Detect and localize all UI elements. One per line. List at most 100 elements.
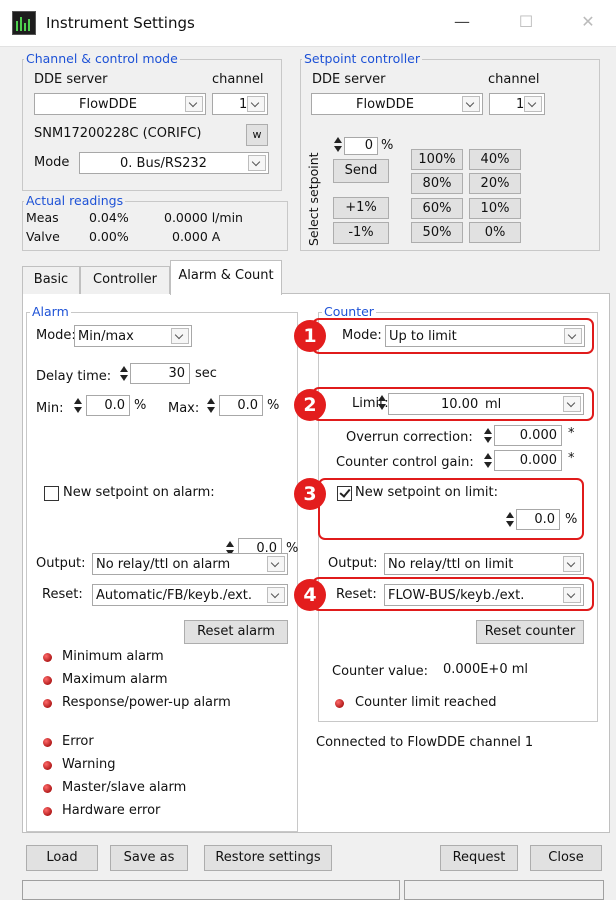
chevron-down-icon[interactable] [524,96,542,112]
alarm-output-select[interactable]: No relay/ttl on alarm [92,553,288,575]
dde-server-select[interactable]: FlowDDE [34,93,206,115]
chevron-down-icon[interactable] [185,96,203,112]
callout-badge-1: 1 [294,320,326,352]
alarm-output-value: No relay/ttl on alarm [96,557,231,572]
delay-unit: sec [195,366,217,381]
preset-50-button[interactable]: 50% [411,222,463,243]
overrun-label: Overrun correction: [346,430,473,445]
window-title: Instrument Settings [46,14,195,32]
highlight-box-4 [312,577,594,611]
meas-value: 0.0000 l/min [164,210,243,225]
chevron-down-icon[interactable] [563,556,581,572]
minimum-alarm-label: Minimum alarm [62,649,164,664]
plus-one-button[interactable]: +1% [333,197,389,219]
chevron-down-icon[interactable] [462,96,480,112]
status-panel-left [22,880,400,900]
app-icon [12,11,36,35]
chevron-down-icon[interactable] [267,556,285,572]
alarm-reset-value: Automatic/FB/keyb./ext. [96,588,253,603]
w-button[interactable]: w [246,124,268,146]
hardware-error-led-icon [43,807,52,816]
alarm-mode-select[interactable]: Min/max [74,325,192,347]
preset-40-button[interactable]: 40% [469,149,521,170]
restore-settings-button[interactable]: Restore settings [204,845,332,871]
close-icon[interactable]: ✕ [573,12,603,34]
overrun-spinner[interactable] [484,427,492,445]
highlight-box-1 [312,318,594,354]
counter-limit-led-icon [335,699,344,708]
dde-server-value: FlowDDE [79,97,137,112]
preset-20-button[interactable]: 20% [469,173,521,194]
request-button[interactable]: Request [440,845,518,871]
counter-output-select[interactable]: No relay/ttl on limit [384,553,584,575]
maximum-alarm-label: Maximum alarm [62,672,168,687]
master-slave-label: Master/slave alarm [62,780,187,795]
new-setpoint-alarm-checkbox[interactable] [44,486,59,501]
reset-counter-button[interactable]: Reset counter [476,620,584,644]
reset-alarm-button[interactable]: Reset alarm [184,620,288,644]
preset-100-button[interactable]: 100% [411,149,463,170]
counter-output-value: No relay/ttl on limit [388,557,514,572]
tab-basic[interactable]: Basic [22,266,80,294]
counter-value-label: Counter value: [332,664,428,679]
maximize-icon[interactable]: ☐ [511,12,541,34]
max-label: Max: [168,401,200,416]
preset-80-button[interactable]: 80% [411,173,463,194]
delay-time-label: Delay time: [36,369,112,384]
error-label: Error [62,734,94,749]
counter-limit-label: Counter limit reached [355,695,497,710]
send-button[interactable]: Send [333,159,389,183]
alarm-reset-select[interactable]: Automatic/FB/keyb./ext. [92,584,288,606]
response-alarm-label: Response/power-up alarm [62,695,231,710]
close-button[interactable]: Close [530,845,602,871]
mode-value: 0. Bus/RS232 [120,156,207,171]
chevron-down-icon[interactable] [171,328,189,344]
overrun-input[interactable]: 0.000 [494,425,562,446]
setpoint-spinner[interactable] [334,136,342,154]
channel-select[interactable]: 1 [212,93,268,115]
setpoint-input[interactable]: 0 [344,137,378,155]
chevron-down-icon[interactable] [247,96,265,112]
setpoint-group-label: Setpoint controller [302,51,423,66]
save-as-button[interactable]: Save as [110,845,188,871]
callout-badge-3: 3 [294,478,326,510]
delay-spinner[interactable] [120,365,128,383]
min-input[interactable]: 0.0 [86,395,130,416]
readings-group [22,201,288,251]
mode-select[interactable]: 0. Bus/RS232 [79,152,269,174]
max-spinner[interactable] [207,397,215,415]
sp-dde-server-label: DDE server [312,72,386,87]
sp-dde-server-select[interactable]: FlowDDE [311,93,483,115]
preset-60-button[interactable]: 60% [411,198,463,219]
delay-input[interactable]: 30 [130,363,190,384]
master-slave-led-icon [43,784,52,793]
preset-0-button[interactable]: 0% [469,222,521,243]
tab-alarm-count[interactable]: Alarm & Count [170,260,282,295]
meas-label: Meas [26,210,59,225]
preset-10-button[interactable]: 10% [469,198,521,219]
sp-channel-select[interactable]: 1 [489,93,545,115]
min-label: Min: [36,401,64,416]
gain-input[interactable]: 0.000 [494,450,562,471]
minimize-icon[interactable]: — [447,12,477,34]
tab-controller[interactable]: Controller [80,266,170,294]
dde-server-label: DDE server [34,72,108,87]
load-button[interactable]: Load [26,845,98,871]
new-setpoint-alarm-label: New setpoint on alarm: [63,485,215,500]
valve-pct: 0.00% [89,229,129,244]
channel-group-label: Channel & control mode [24,51,180,66]
counter-value: 0.000E+0 ml [443,662,529,677]
alarm-mode-label: Mode: [36,328,76,343]
min-spinner[interactable] [74,397,82,415]
chevron-down-icon[interactable] [248,155,266,171]
maximum-alarm-led-icon [43,676,52,685]
minus-one-button[interactable]: -1% [333,222,389,244]
chevron-down-icon[interactable] [267,587,285,603]
max-input[interactable]: 0.0 [219,395,263,416]
counter-group-label: Counter [322,304,376,319]
status-panel-right [404,880,604,900]
gain-spinner[interactable] [484,452,492,470]
readings-group-label: Actual readings [24,193,126,208]
highlight-box-3 [318,478,584,540]
highlight-box-2 [312,387,594,421]
